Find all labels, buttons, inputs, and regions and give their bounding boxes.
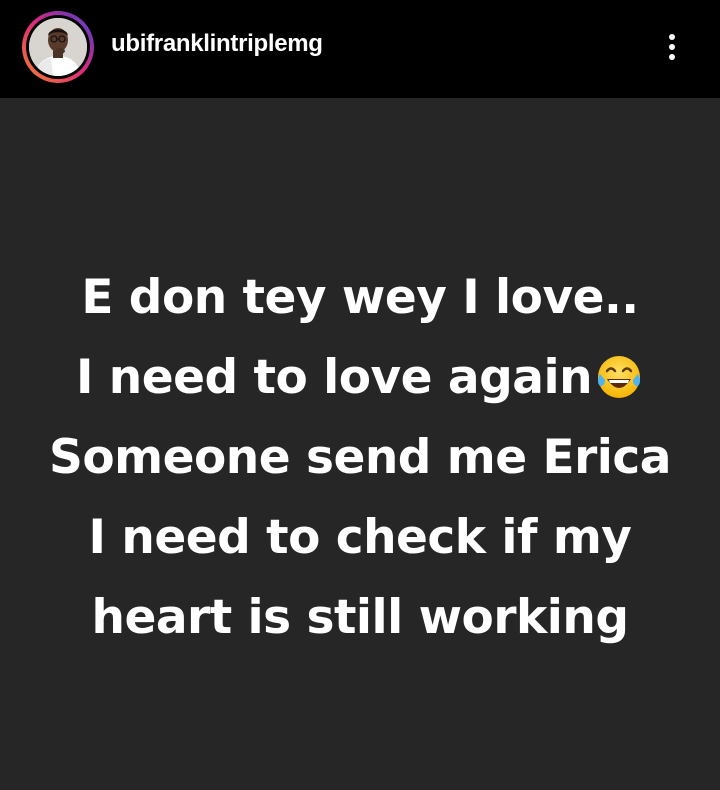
story-line-2-text: I need to love again [75, 350, 593, 405]
story-line-1: E don tey wey I love.. [81, 270, 639, 325]
more-vertical-icon-dot-3 [669, 54, 675, 60]
avatar[interactable] [26, 15, 90, 79]
story-line-3: Someone send me Erica [49, 430, 671, 485]
avatar-icon [29, 18, 87, 76]
more-vertical-icon [669, 34, 675, 40]
more-options-button[interactable] [656, 26, 688, 68]
story-text: E don tey wey I love.. I need to love ag… [0, 258, 720, 658]
story-header: ubifranklintriplemg [0, 0, 720, 98]
face-with-tears-of-joy-icon [598, 355, 641, 398]
story-line-2: I need to love again [0, 338, 720, 418]
story-line-5: heart is still working [91, 590, 629, 645]
username[interactable]: ubifranklintriplemg [111, 30, 323, 58]
story-avatar-ring[interactable] [22, 11, 94, 83]
story-content[interactable]: E don tey wey I love.. I need to love ag… [0, 98, 720, 790]
more-vertical-icon-dot-2 [669, 44, 675, 50]
story-line-4: I need to check if my [88, 510, 632, 565]
